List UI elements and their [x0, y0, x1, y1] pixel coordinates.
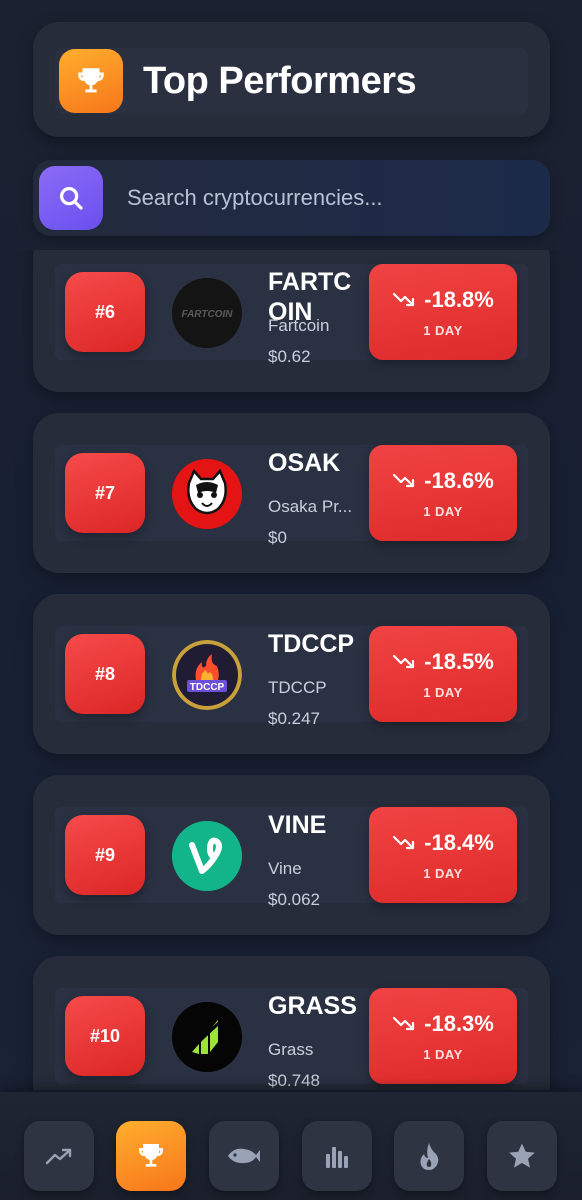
rank-badge: #6 — [65, 272, 145, 352]
coin-name: Fartcoin — [268, 316, 330, 335]
trending-up-icon — [45, 1148, 72, 1165]
coin-symbol: GRASS — [268, 992, 357, 1020]
bar-chart-icon — [326, 1147, 348, 1168]
fartcoin-logo-icon: FARTCOIN — [172, 278, 242, 348]
coin-card-vine[interactable]: #9 VINE Vine $0.062 -18.4% 1 DAY — [33, 775, 550, 935]
rank-badge: #7 — [65, 453, 145, 533]
trending-down-icon — [393, 473, 415, 487]
coin-card-fartcoin[interactable]: #6 FARTCOIN FARTC OIN Fartcoin $0.62 -18… — [33, 250, 550, 392]
coin-symbol: VINE — [268, 811, 327, 839]
coin-name: Grass — [268, 1040, 314, 1059]
coin-list[interactable]: #6 FARTCOIN FARTC OIN Fartcoin $0.62 -18… — [0, 250, 582, 1090]
page-title: Top Performers — [143, 59, 417, 102]
trending-down-icon — [393, 835, 415, 849]
coin-name: TDCCP — [268, 678, 327, 697]
header-card: Top Performers — [33, 22, 550, 137]
coin-price: $0.748 — [268, 1071, 320, 1090]
whale-icon — [228, 1148, 260, 1164]
nav-whales-button[interactable] — [209, 1121, 279, 1191]
coin-price: $0.062 — [268, 890, 320, 909]
change-badge: -18.6% 1 DAY — [369, 445, 517, 541]
search-bar — [33, 160, 550, 236]
change-badge: -18.4% 1 DAY — [369, 807, 517, 903]
trophy-icon — [59, 49, 123, 113]
trending-down-icon — [393, 1016, 415, 1030]
search-icon[interactable] — [39, 166, 103, 230]
coin-card-grass[interactable]: #10 GRASS Grass $0.748 -18.3% 1 DAY — [33, 956, 550, 1090]
search-input[interactable] — [127, 185, 507, 211]
grass-logo-icon — [172, 1002, 242, 1072]
change-badge: -18.3% 1 DAY — [369, 988, 517, 1084]
coin-card-osak[interactable]: #7 OSAK Osaka Pr... $0 -18.6% 1 DAY — [33, 413, 550, 573]
coin-price: $0 — [268, 528, 287, 547]
coin-card-tdccp[interactable]: #8 TDCCP TDCCP TDCCP $0.247 -18.5% 1 DAY — [33, 594, 550, 754]
nav-trending-button[interactable] — [24, 1121, 94, 1191]
bottom-nav — [0, 1092, 582, 1200]
svg-text:FARTCOIN: FARTCOIN — [182, 309, 234, 320]
tdccp-logo-icon: TDCCP — [172, 640, 242, 710]
vine-logo-icon — [172, 821, 242, 891]
nav-favorites-button[interactable] — [487, 1121, 557, 1191]
change-badge: -18.8% 1 DAY — [369, 264, 517, 360]
star-icon — [509, 1143, 535, 1168]
rank-badge: #10 — [65, 996, 145, 1076]
trending-down-icon — [393, 292, 415, 306]
coin-name: Osaka Pr... — [268, 497, 353, 516]
svg-text:TDCCP: TDCCP — [190, 682, 225, 693]
nav-hot-button[interactable] — [394, 1121, 464, 1191]
coin-price: $0.247 — [268, 709, 320, 728]
change-badge: -18.5% 1 DAY — [369, 626, 517, 722]
coin-name: Vine — [268, 859, 302, 878]
header-bar: Top Performers — [55, 48, 528, 114]
trending-down-icon — [393, 654, 415, 668]
coin-symbol: TDCCP — [268, 630, 355, 658]
rank-badge: #8 — [65, 634, 145, 714]
nav-charts-button[interactable] — [302, 1121, 372, 1191]
rank-badge: #9 — [65, 815, 145, 895]
coin-symbol: OSAK — [268, 449, 341, 477]
osaka-logo-icon — [172, 459, 242, 529]
trophy-icon — [139, 1144, 163, 1167]
coin-price: $0.62 — [268, 347, 311, 366]
nav-top-performers-button[interactable] — [116, 1121, 186, 1191]
flame-icon — [420, 1143, 439, 1170]
